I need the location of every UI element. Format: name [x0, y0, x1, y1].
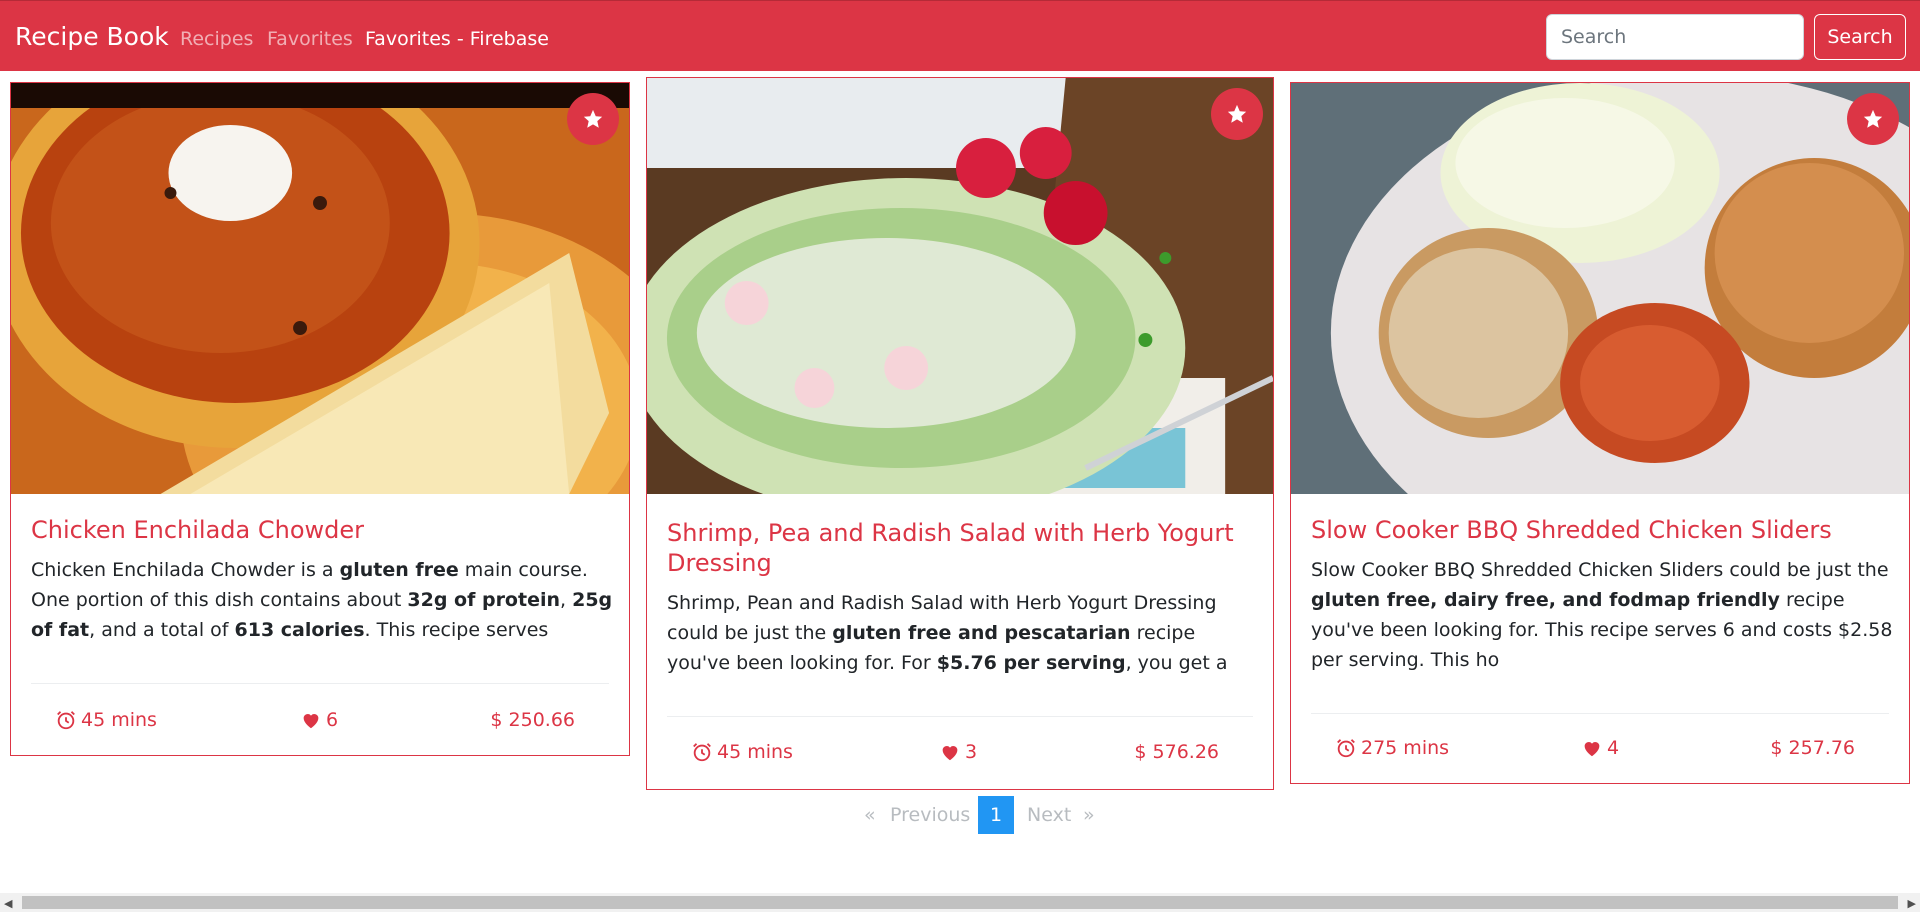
recipe-image[interactable] [11, 83, 629, 494]
likes-value: 6 [326, 709, 339, 731]
divider [31, 683, 609, 684]
price: $ 257.76 [1770, 737, 1855, 759]
nav-link-recipes[interactable]: Recipes [180, 28, 253, 50]
search-input[interactable] [1546, 14, 1804, 60]
recipe-title[interactable]: Shrimp, Pea and Radish Salad with Herb Y… [667, 518, 1253, 578]
recipe-footer: 45 mins 3 $ 576.26 [647, 739, 1273, 769]
brand-logo[interactable]: Recipe Book [15, 22, 169, 51]
recipe-footer: 45 mins 6 $ 250.66 [11, 707, 629, 737]
prev-arrow[interactable]: « [864, 804, 876, 826]
recipe-image[interactable] [1291, 83, 1909, 494]
price: $ 576.26 [1134, 741, 1219, 763]
price: $ 250.66 [490, 709, 575, 731]
alarm-clock-icon [57, 711, 75, 730]
recipe-description: Slow Cooker BBQ Shredded Chicken Sliders… [1311, 559, 1893, 671]
cook-time: 45 mins [55, 709, 157, 731]
recipe-description: Shrimp, Pean and Radish Salad with Herb … [667, 592, 1228, 674]
current-page[interactable]: 1 [978, 796, 1014, 834]
horizontal-scrollbar[interactable]: ◀ ▶ [0, 893, 1920, 912]
nav-link-favorites[interactable]: Favorites [267, 28, 353, 50]
alarm-clock-icon [1337, 739, 1355, 758]
alarm-clock-icon [693, 743, 711, 762]
previous-page-link[interactable]: Previous [890, 804, 970, 826]
divider [667, 716, 1253, 717]
recipe-image[interactable] [647, 78, 1273, 494]
scroll-right-arrow-icon[interactable]: ▶ [1908, 897, 1916, 910]
cook-time-value: 45 mins [81, 709, 157, 731]
recipe-footer: 275 mins 4 $ 257.76 [1291, 735, 1909, 765]
star-icon [583, 109, 603, 128]
favorite-button[interactable] [1211, 88, 1263, 140]
likes-value: 3 [965, 741, 978, 763]
heart-icon [303, 714, 319, 729]
favorite-button[interactable] [567, 93, 619, 145]
recipe-title[interactable]: Slow Cooker BBQ Shredded Chicken Sliders [1311, 515, 1889, 545]
likes: 6 [300, 709, 338, 731]
likes-value: 4 [1607, 737, 1620, 759]
star-icon [1863, 109, 1883, 128]
divider [1311, 713, 1889, 714]
scroll-left-arrow-icon[interactable]: ◀ [4, 897, 12, 910]
heart-icon [942, 746, 958, 761]
recipe-description: Chicken Enchilada Chowder is a gluten fr… [31, 559, 613, 641]
nav-link-favorites-firebase[interactable]: Favorites - Firebase [365, 28, 549, 50]
star-icon [1227, 104, 1247, 123]
heart-icon [1584, 742, 1600, 757]
scrollbar-thumb[interactable] [22, 896, 1898, 909]
next-page-link[interactable]: Next [1027, 804, 1071, 826]
cook-time-value: 45 mins [717, 741, 793, 763]
cook-time: 45 mins [691, 741, 793, 763]
recipe-card[interactable]: Slow Cooker BBQ Shredded Chicken Sliders… [1290, 82, 1910, 784]
favorite-button[interactable] [1847, 93, 1899, 145]
search-button[interactable]: Search [1814, 14, 1906, 60]
cook-time-value: 275 mins [1361, 737, 1450, 759]
recipe-card[interactable]: Chicken Enchilada Chowder Chicken Enchil… [10, 82, 630, 756]
navbar: Recipe Book Recipes Favorites Favorites … [0, 0, 1920, 71]
cook-time: 275 mins [1335, 737, 1449, 759]
next-arrow[interactable]: » [1083, 804, 1095, 826]
likes: 4 [1581, 737, 1619, 759]
recipe-title[interactable]: Chicken Enchilada Chowder [31, 515, 609, 545]
recipe-card[interactable]: Shrimp, Pea and Radish Salad with Herb Y… [646, 77, 1274, 790]
likes: 3 [939, 741, 977, 763]
